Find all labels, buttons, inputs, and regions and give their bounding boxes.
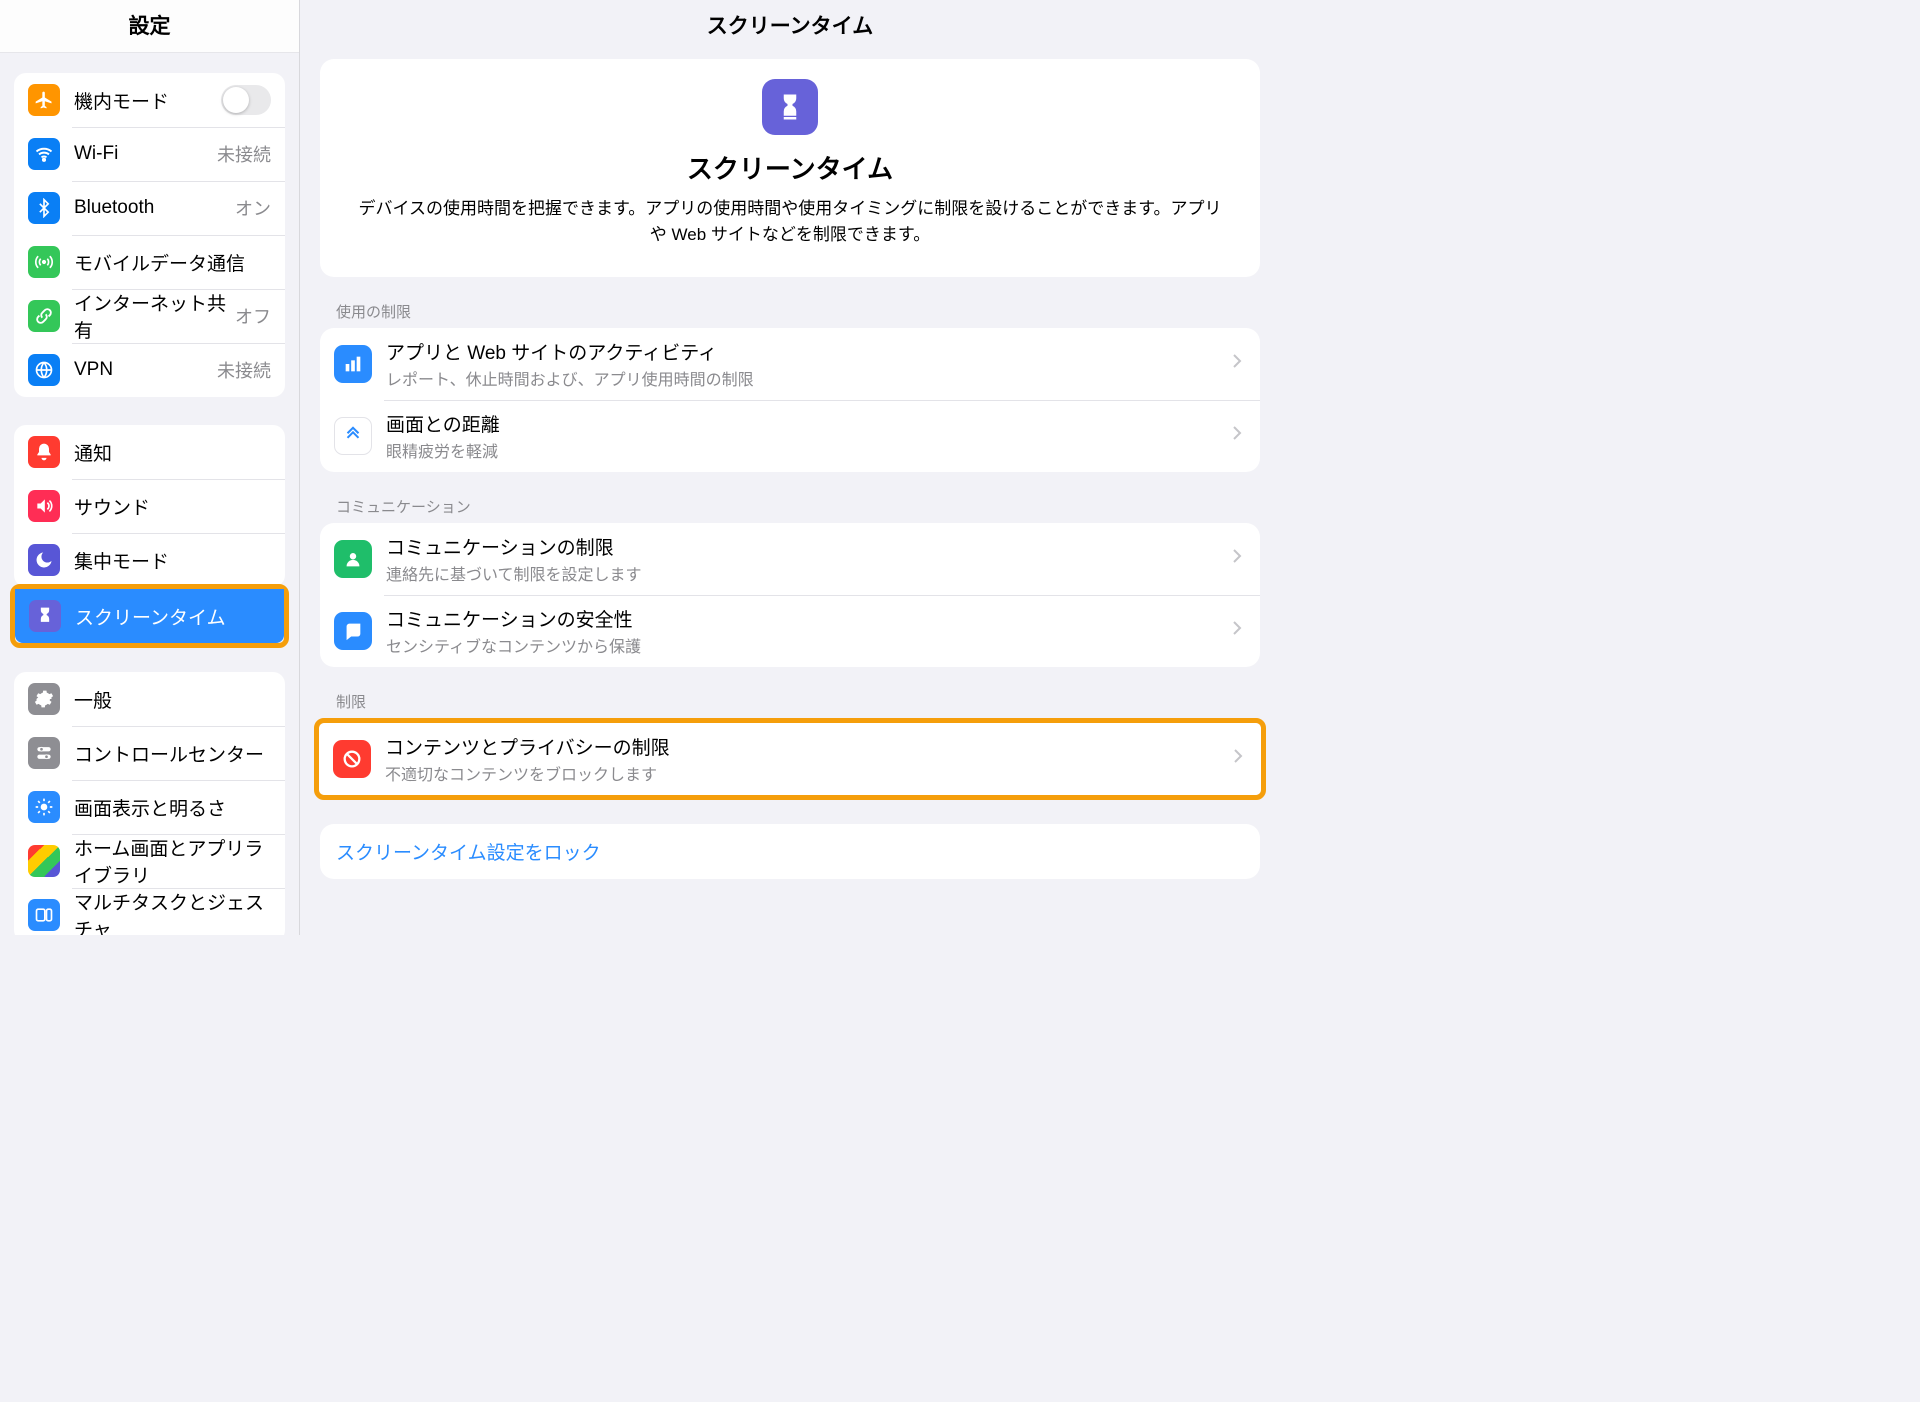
airplane-icon: [28, 84, 60, 116]
chevron-right-icon: [1232, 619, 1246, 642]
sidebar-item-cellular[interactable]: モバイルデータ通信: [14, 235, 285, 289]
sidebar-title: 設定: [0, 0, 299, 53]
detail-group-usage: アプリと Web サイトのアクティビティ レポート、休止時間および、アプリ使用時…: [320, 328, 1260, 472]
hero-card: スクリーンタイム デバイスの使用時間を把握できます。アプリの使用時間や使用タイミ…: [320, 59, 1260, 277]
row-subtitle: センシティブなコンテンツから保護: [386, 633, 1232, 657]
bar-chart-icon: [334, 345, 372, 383]
detail-pane[interactable]: スクリーンタイム スクリーンタイム デバイスの使用時間を把握できます。アプリの使…: [300, 0, 1280, 935]
chevron-right-icon: [1233, 747, 1247, 770]
sidebar-item-bluetooth[interactable]: Bluetooth オン: [14, 181, 285, 235]
row-title: コミュニケーションの制限: [386, 533, 1232, 560]
detail-group-restrictions: コンテンツとプライバシーの制限 不適切なコンテンツをブロックします: [319, 723, 1261, 795]
row-subtitle: 不適切なコンテンツをブロックします: [385, 761, 1233, 785]
sidebar-item-label: サウンド: [74, 493, 271, 520]
bell-icon: [28, 436, 60, 468]
sidebar-item-label: 画面表示と明るさ: [74, 794, 271, 821]
speaker-icon: [28, 490, 60, 522]
sidebar-item-notifications[interactable]: 通知: [14, 425, 285, 479]
hourglass-icon: [29, 600, 61, 632]
sidebar-item-display[interactable]: 画面表示と明るさ: [14, 780, 285, 834]
sidebar-item-value: 未接続: [217, 357, 271, 383]
row-title: コミュニケーションの安全性: [386, 605, 1232, 632]
moon-icon: [28, 544, 60, 576]
sidebar-item-homescreen[interactable]: ホーム画面とアプリライブラリ: [14, 834, 285, 888]
row-app-web-activity[interactable]: アプリと Web サイトのアクティビティ レポート、休止時間および、アプリ使用時…: [320, 328, 1260, 400]
hero-description: デバイスの使用時間を把握できます。アプリの使用時間や使用タイミングに制限を設ける…: [350, 196, 1230, 249]
airplane-toggle[interactable]: [221, 85, 271, 115]
sidebar-item-label: スクリーンタイム: [75, 603, 270, 630]
sidebar-item-airplane[interactable]: 機内モード: [14, 73, 285, 127]
section-label-usage: 使用の制限: [336, 301, 1244, 322]
row-screen-distance[interactable]: 画面との距離 眼精疲労を軽減: [320, 400, 1260, 472]
row-title: コンテンツとプライバシーの制限: [385, 733, 1233, 760]
sidebar-item-sounds[interactable]: サウンド: [14, 479, 285, 533]
sidebar-item-label: VPN: [74, 359, 217, 381]
bluetooth-icon: [28, 192, 60, 224]
sidebar-item-value: オフ: [235, 303, 271, 329]
section-label-communication: コミュニケーション: [336, 496, 1244, 517]
sidebar-item-label: 通知: [74, 439, 271, 466]
sidebar-item-general[interactable]: 一般: [14, 672, 285, 726]
sidebar-item-label: 集中モード: [74, 547, 271, 574]
multitask-icon: [28, 899, 60, 931]
sidebar-item-controlcenter[interactable]: コントロールセンター: [14, 726, 285, 780]
sidebar-item-label: ホーム画面とアプリライブラリ: [74, 834, 271, 888]
hourglass-icon: [762, 79, 818, 135]
sidebar-item-value: オン: [235, 195, 271, 221]
sidebar-item-label: コントロールセンター: [74, 740, 271, 767]
gear-icon: [28, 683, 60, 715]
row-subtitle: 眼精疲労を軽減: [386, 438, 1232, 462]
sidebar-group-general: 一般 コントロールセンター 画面表示と明るさ ホーム画面とアプリライブラリ: [14, 672, 285, 935]
sliders-icon: [28, 737, 60, 769]
person-bubble-icon: [334, 540, 372, 578]
sidebar-item-wifi[interactable]: Wi-Fi 未接続: [14, 127, 285, 181]
chevron-right-icon: [1232, 424, 1246, 447]
detail-group-communication: コミュニケーションの制限 連絡先に基づいて制限を設定します コミュニケーションの…: [320, 523, 1260, 667]
row-comm-limits[interactable]: コミュニケーションの制限 連絡先に基づいて制限を設定します: [320, 523, 1260, 595]
detail-title: スクリーンタイム: [300, 0, 1280, 53]
link-icon: [28, 300, 60, 332]
sidebar-item-label: モバイルデータ通信: [74, 249, 271, 276]
sidebar-item-label: マルチタスクとジェスチャ: [74, 888, 271, 935]
row-title: アプリと Web サイトのアクティビティ: [386, 338, 1232, 365]
hero-heading: スクリーンタイム: [350, 149, 1230, 186]
wifi-icon: [28, 138, 60, 170]
sidebar-item-value: 未接続: [217, 141, 271, 167]
sidebar-item-vpn[interactable]: VPN 未接続: [14, 343, 285, 397]
sidebar-item-label: Wi-Fi: [74, 143, 217, 165]
sidebar-item-hotspot[interactable]: インターネット共有 オフ: [14, 289, 285, 343]
sidebar-group-network: 機内モード Wi-Fi 未接続 Bluetooth オン: [14, 73, 285, 397]
sidebar-group-attention: 通知 サウンド 集中モード: [14, 425, 285, 587]
row-title: 画面との距離: [386, 410, 1232, 437]
sidebar-item-screentime[interactable]: スクリーンタイム: [15, 589, 284, 643]
chat-shield-icon: [334, 612, 372, 650]
sidebar-item-focus[interactable]: 集中モード: [14, 533, 285, 587]
row-content-privacy[interactable]: コンテンツとプライバシーの制限 不適切なコンテンツをブロックします: [319, 723, 1261, 795]
sidebar-item-label: インターネット共有: [74, 289, 235, 343]
lock-screentime-link[interactable]: スクリーンタイム設定をロック: [320, 824, 1260, 879]
chevron-right-icon: [1232, 547, 1246, 570]
section-label-restrictions: 制限: [336, 691, 1244, 712]
distance-icon: [334, 417, 372, 455]
detail-highlight: コンテンツとプライバシーの制限 不適切なコンテンツをブロックします: [314, 718, 1266, 800]
antenna-icon: [28, 246, 60, 278]
row-comm-safety[interactable]: コミュニケーションの安全性 センシティブなコンテンツから保護: [320, 595, 1260, 667]
sidebar-item-label: 機内モード: [74, 87, 221, 114]
row-subtitle: 連絡先に基づいて制限を設定します: [386, 561, 1232, 585]
sidebar-highlight: スクリーンタイム: [10, 584, 289, 648]
apps-grid-icon: [28, 845, 60, 877]
sidebar-item-label: 一般: [74, 686, 271, 713]
globe-icon: [28, 354, 60, 386]
brightness-icon: [28, 791, 60, 823]
sidebar-item-multitask[interactable]: マルチタスクとジェスチャ: [14, 888, 285, 935]
no-sign-icon: [333, 740, 371, 778]
sidebar-item-label: Bluetooth: [74, 197, 235, 219]
row-subtitle: レポート、休止時間および、アプリ使用時間の制限: [386, 366, 1232, 390]
chevron-right-icon: [1232, 352, 1246, 375]
settings-sidebar[interactable]: 設定 機内モード Wi-Fi 未接続 Bluetoo: [0, 0, 300, 935]
